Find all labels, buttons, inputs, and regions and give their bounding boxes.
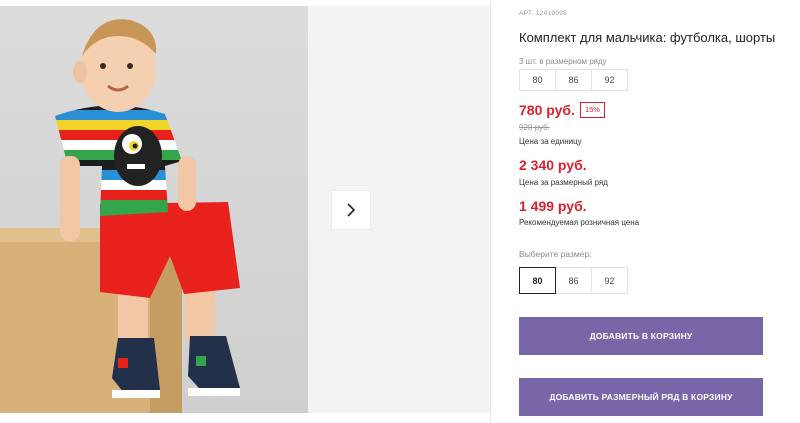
chevron-right-icon bbox=[347, 203, 356, 217]
retail-price: 1 499 руб. bbox=[519, 198, 587, 214]
product-photo[interactable] bbox=[0, 6, 308, 413]
row-price-caption: Цена за размерный ряд bbox=[519, 178, 608, 187]
size-row-caption: 3 шт. в размерном ряду bbox=[519, 57, 607, 66]
add-size-row-to-cart-button[interactable]: ДОБАВИТЬ РАЗМЕРНЫЙ РЯД В КОРЗИНУ bbox=[519, 378, 763, 416]
old-price: 920 руб. bbox=[519, 123, 550, 132]
unit-price-caption: Цена за единицу bbox=[519, 137, 582, 146]
size-option-86[interactable]: 86 bbox=[555, 267, 592, 294]
size-row-item: 92 bbox=[591, 69, 628, 91]
column-divider bbox=[490, 0, 491, 423]
product-photo-illustration bbox=[0, 19, 240, 413]
add-to-cart-button[interactable]: ДОБАВИТЬ В КОРЗИНУ bbox=[519, 317, 763, 355]
article-number: АРТ. 12419098 bbox=[519, 10, 568, 17]
size-selector: 80 86 92 bbox=[519, 267, 628, 294]
size-option-92[interactable]: 92 bbox=[591, 267, 628, 294]
size-row-item: 86 bbox=[555, 69, 592, 91]
product-gallery bbox=[0, 0, 490, 423]
size-row-item: 80 bbox=[519, 69, 556, 91]
unit-price-block: 780 руб. 15% bbox=[519, 102, 605, 118]
row-price: 2 340 руб. bbox=[519, 157, 587, 173]
size-option-80[interactable]: 80 bbox=[519, 267, 556, 294]
size-row-list: 80 86 92 bbox=[519, 69, 628, 91]
choose-size-label: Выберите размер: bbox=[519, 249, 592, 259]
product-title: Комплект для мальчика: футболка, шорты bbox=[519, 30, 776, 45]
retail-price-caption: Рекомендуемая розничная цена bbox=[519, 218, 640, 227]
discount-badge: 15% bbox=[579, 102, 605, 118]
unit-price: 780 руб. bbox=[519, 102, 575, 118]
gallery-next-button[interactable] bbox=[332, 191, 370, 229]
